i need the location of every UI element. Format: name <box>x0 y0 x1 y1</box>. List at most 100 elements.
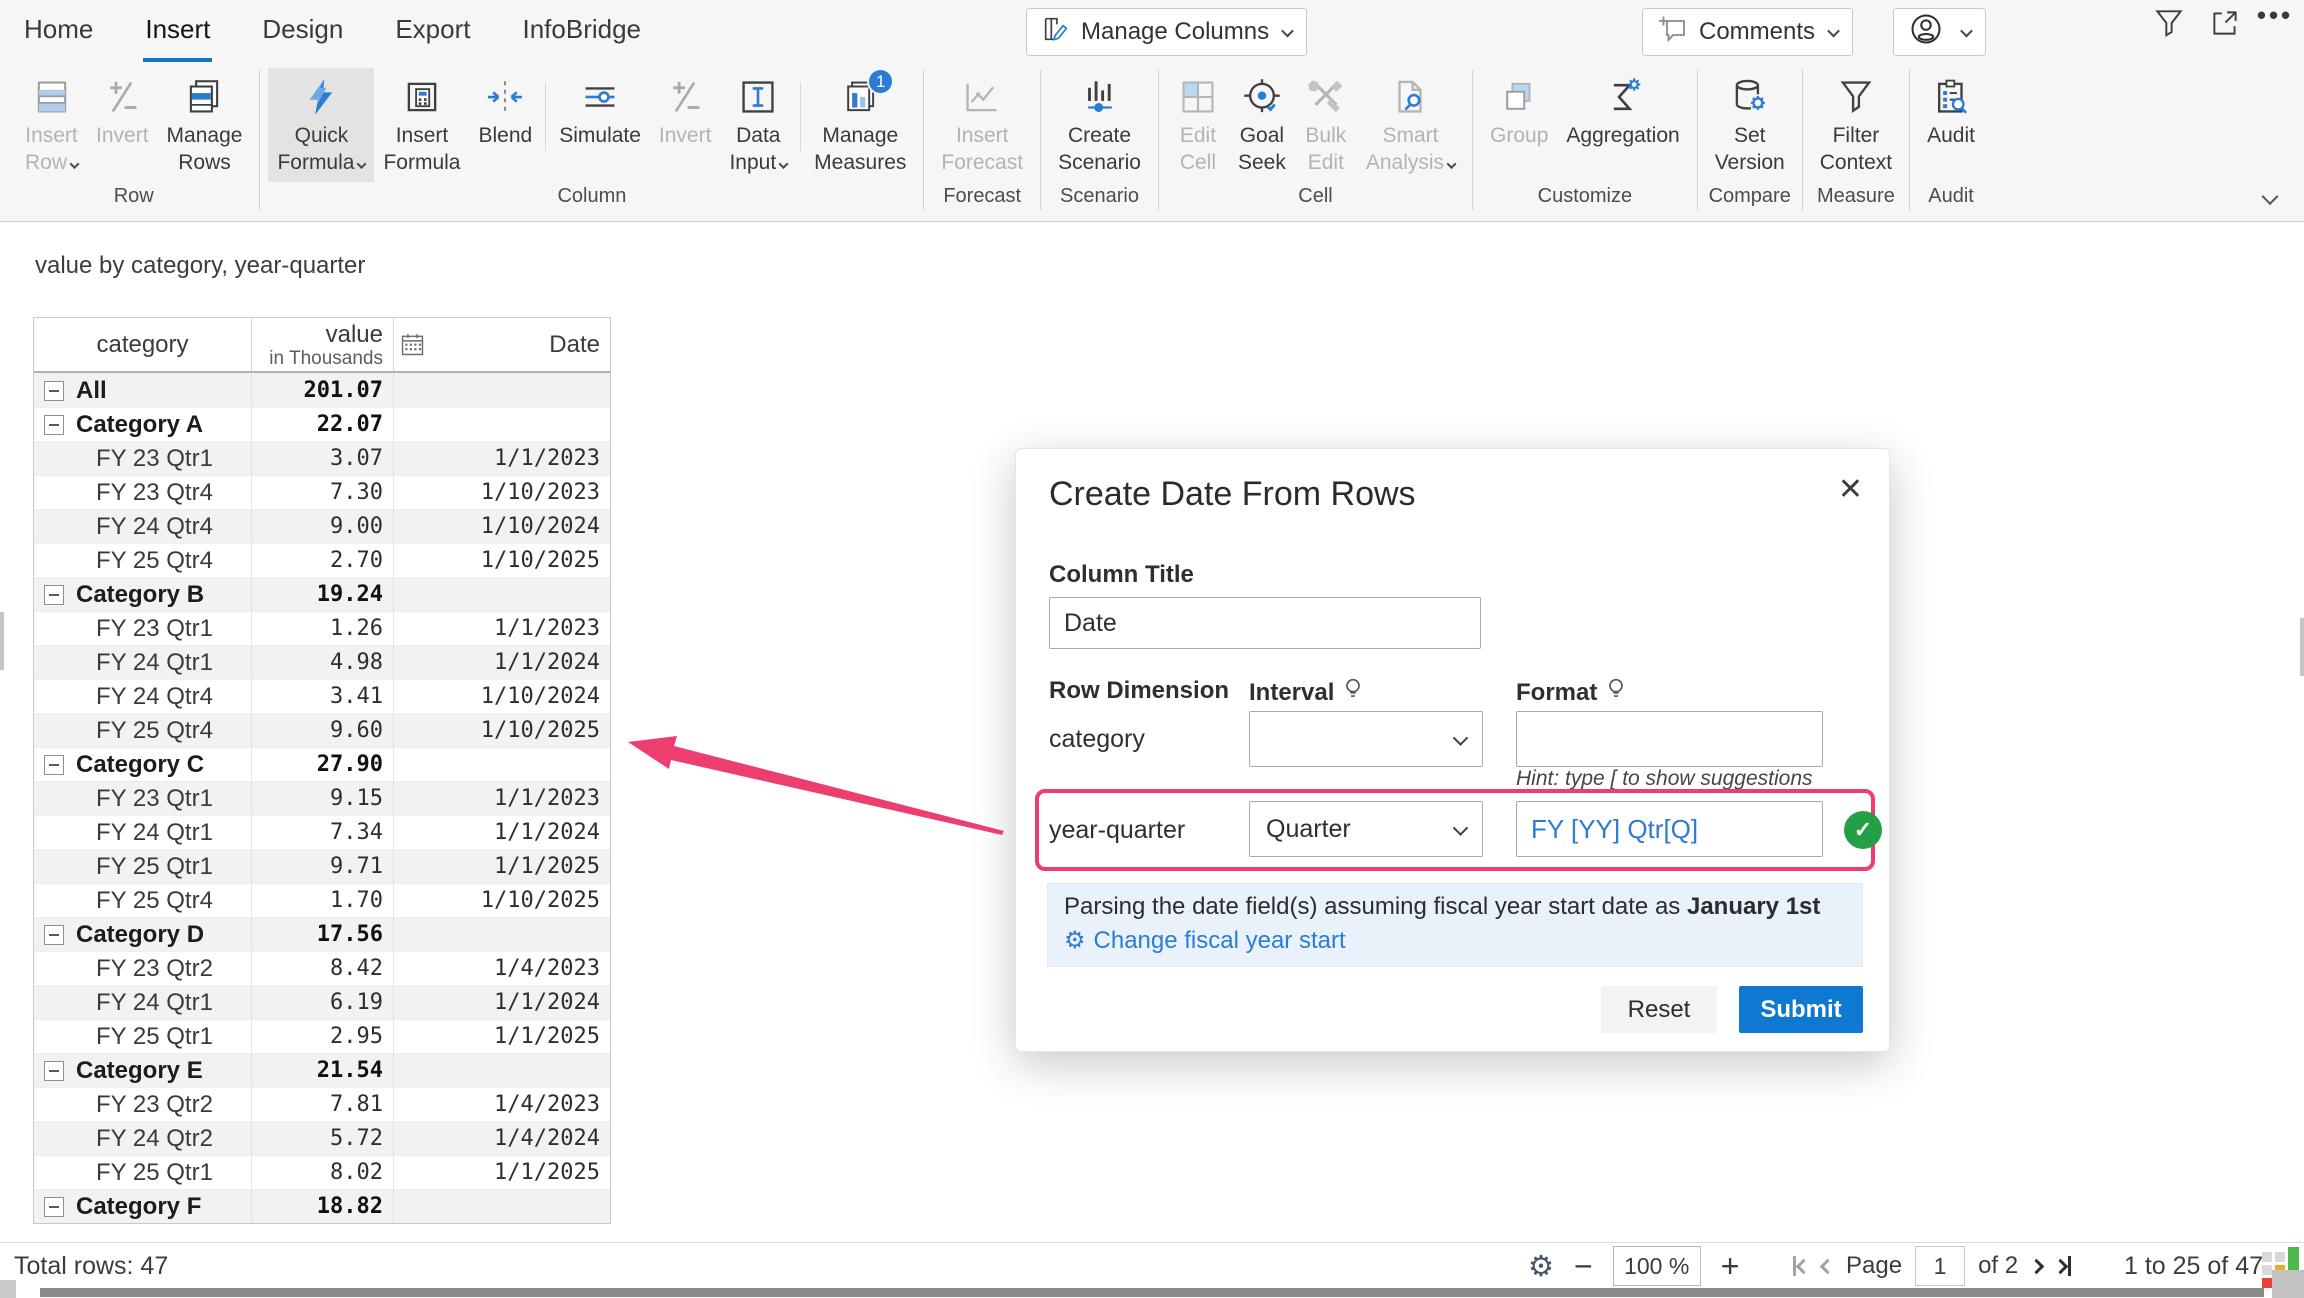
chevron-down-icon <box>1453 820 1469 836</box>
submit-button[interactable]: Submit <box>1739 986 1863 1033</box>
button-label: InsertFormula <box>383 122 460 176</box>
account-menu-button[interactable] <box>1893 8 1986 56</box>
format-input-year-quarter[interactable]: FY [YY] Qtr[Q] <box>1516 801 1823 857</box>
table-row: FY 25 Qtr18.021/1/2025 <box>34 1155 610 1189</box>
expand-button[interactable] <box>2202 4 2248 46</box>
manage-rows-button[interactable]: ManageRows <box>158 68 252 182</box>
tab-insert[interactable]: Insert <box>143 0 212 62</box>
interval-select-year-quarter[interactable]: Quarter <box>1249 801 1483 857</box>
row-label: FY 25 Qtr1 <box>34 1159 213 1187</box>
row-label: FY 25 Qtr4 <box>34 887 213 915</box>
set-version-icon <box>1728 74 1772 120</box>
value-cell: 3.41 <box>252 680 394 713</box>
group-separator <box>259 70 260 210</box>
date-cell <box>394 374 610 407</box>
column-title-input[interactable]: Date <box>1049 597 1481 649</box>
reset-button[interactable]: Reset <box>1601 986 1717 1033</box>
page-number-input[interactable]: 1 <box>1915 1246 1965 1286</box>
left-scroll-indicator <box>0 612 4 670</box>
filter-context-icon <box>1834 74 1878 120</box>
collapse-toggle-icon[interactable] <box>44 755 64 775</box>
collapse-toggle-icon[interactable] <box>44 1197 64 1217</box>
collapse-toggle-icon[interactable] <box>44 925 64 945</box>
filter-button[interactable] <box>2146 4 2192 46</box>
manage-columns-label: Manage Columns <box>1081 18 1269 46</box>
category-cell: FY 25 Qtr1 <box>34 850 252 883</box>
button-label: ManageMeasures <box>814 122 906 176</box>
manage-measures-button[interactable]: 1 ManageMeasures <box>805 68 915 182</box>
filter-context-button[interactable]: FilterContext <box>1811 68 1901 182</box>
column-header-value[interactable]: value in Thousands <box>252 318 394 371</box>
tab-design[interactable]: Design <box>260 0 345 62</box>
aggregation-button[interactable]: Aggregation <box>1557 68 1688 155</box>
value-cell: 22.07 <box>252 408 394 441</box>
simulate-button[interactable]: Simulate <box>550 68 650 155</box>
goal-seek-button[interactable]: GoalSeek <box>1229 68 1295 182</box>
audit-icon <box>1929 74 1973 120</box>
table-row: FY 25 Qtr19.711/1/2025 <box>34 849 610 883</box>
set-version-button[interactable]: SetVersion <box>1706 68 1794 182</box>
table-row: FY 23 Qtr47.301/10/2023 <box>34 475 610 509</box>
button-label: SetVersion <box>1715 122 1785 176</box>
invert-icon <box>100 74 144 120</box>
change-fiscal-year-link[interactable]: Change fiscal year start <box>1094 927 1346 955</box>
zoom-out-button[interactable]: − <box>1574 1250 1593 1282</box>
interval-select-category[interactable] <box>1249 711 1483 767</box>
value-cell: 21.54 <box>252 1054 394 1087</box>
collapse-toggle-icon[interactable] <box>44 1061 64 1081</box>
chevron-left-icon <box>1796 1258 1812 1274</box>
data-input-button[interactable]: DataInput <box>720 68 796 182</box>
ribbon-group-measure: FilterContextMeasure <box>1805 64 1907 214</box>
settings-gear-icon[interactable]: ⚙ <box>1528 1249 1554 1284</box>
format-input-category[interactable] <box>1516 711 1823 767</box>
tab-home[interactable]: Home <box>22 0 95 62</box>
ribbon-group-label: Compare <box>1700 185 1800 214</box>
button-label: InsertRow <box>25 122 78 176</box>
invert-button: Invert <box>87 68 158 155</box>
row-label: FY 23 Qtr1 <box>34 615 213 643</box>
date-cell: 1/4/2023 <box>394 1088 610 1121</box>
more-options-button[interactable]: ••• <box>2252 0 2298 36</box>
next-page-button[interactable] <box>2031 1261 2042 1272</box>
bulk-edit-icon <box>1304 74 1348 120</box>
group-label: Category A <box>76 411 203 439</box>
chevron-right-icon <box>2029 1258 2045 1274</box>
measures-count-badge: 1 <box>867 68 894 95</box>
create-scenario-button[interactable]: CreateScenario <box>1049 68 1150 182</box>
collapse-ribbon-button[interactable] <box>2260 191 2276 209</box>
category-cell: FY 23 Qtr1 <box>34 612 252 645</box>
category-cell: All <box>34 374 252 407</box>
collapse-toggle-icon[interactable] <box>44 415 64 435</box>
tab-export[interactable]: Export <box>393 0 472 62</box>
zoom-in-button[interactable]: + <box>1721 1250 1740 1282</box>
parsing-text: Parsing the date field(s) assuming fisca… <box>1064 893 1687 920</box>
horizontal-scrollbar[interactable] <box>40 1288 2264 1297</box>
column-header-date[interactable]: Date <box>394 318 610 371</box>
previous-page-button[interactable] <box>1822 1261 1833 1272</box>
date-cell: 1/1/2024 <box>394 986 610 1019</box>
ribbon-group-label: Cell <box>1161 185 1470 214</box>
collapse-toggle-icon[interactable] <box>44 381 64 401</box>
value-cell: 7.81 <box>252 1088 394 1121</box>
category-cell: FY 25 Qtr1 <box>34 1020 252 1053</box>
tab-infobridge[interactable]: InfoBridge <box>520 0 643 62</box>
group-label: Category B <box>76 581 204 609</box>
close-icon[interactable]: ✕ <box>1838 475 1863 505</box>
blend-button[interactable]: Blend <box>470 68 542 155</box>
first-page-button[interactable] <box>1793 1256 1809 1276</box>
button-label: EditCell <box>1180 122 1216 176</box>
column-header-category[interactable]: category <box>34 318 252 371</box>
quick-formula-button[interactable]: QuickFormula <box>268 68 374 182</box>
table-row: FY 24 Qtr17.341/1/2024 <box>34 815 610 849</box>
comments-button[interactable]: Comments <box>1642 8 1853 56</box>
value-cell: 9.60 <box>252 714 394 747</box>
manage-columns-button[interactable]: Manage Columns <box>1026 8 1307 56</box>
audit-button[interactable]: Audit <box>1918 68 1984 155</box>
insert-formula-button[interactable]: InsertFormula <box>374 68 469 182</box>
row-range-label: 1 to 25 of 47 <box>2124 1252 2263 1281</box>
last-page-button[interactable] <box>2055 1256 2071 1276</box>
grid-header: category value in Thousands Date <box>34 318 610 373</box>
zoom-level[interactable]: 100 % <box>1613 1246 1701 1286</box>
collapse-toggle-icon[interactable] <box>44 585 64 605</box>
value-cell: 2.70 <box>252 544 394 577</box>
